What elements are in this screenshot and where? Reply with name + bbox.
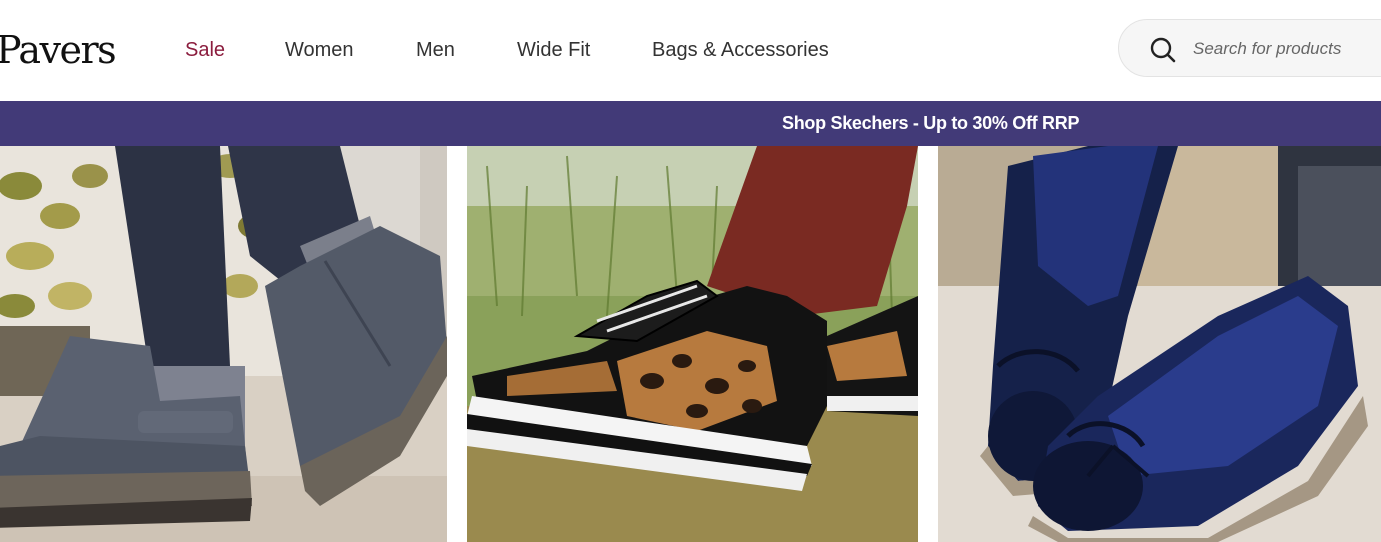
search-input[interactable]	[1191, 34, 1381, 64]
nav-item-wide-fit[interactable]: Wide Fit	[517, 36, 590, 64]
nav-item-sale[interactable]: Sale	[185, 36, 225, 64]
product-tiles	[0, 146, 1381, 542]
promo-banner[interactable]: Shop Skechers - Up to 30% Off RRP	[0, 101, 1381, 146]
product-tile-navy-ballerinas[interactable]	[938, 146, 1381, 542]
site-header: Pavers Sale Women Men Wide Fit Bags & Ac…	[0, 0, 1381, 101]
product-tile-leopard-trainers[interactable]	[467, 146, 918, 542]
nav-item-women[interactable]: Women	[285, 36, 354, 64]
search-icon[interactable]	[1149, 36, 1177, 64]
pavers-logo[interactable]: Pavers	[0, 24, 117, 76]
search-box[interactable]	[1118, 19, 1381, 77]
nav-item-men[interactable]: Men	[416, 36, 455, 64]
ankle-boots-image	[0, 146, 447, 542]
promo-banner-text[interactable]: Shop Skechers - Up to 30% Off RRP	[782, 113, 1079, 134]
navy-ballerinas-image	[938, 146, 1381, 542]
nav-item-bags-accessories[interactable]: Bags & Accessories	[652, 36, 829, 64]
leopard-trainers-image	[467, 146, 918, 542]
product-tile-ankle-boots[interactable]	[0, 146, 447, 542]
